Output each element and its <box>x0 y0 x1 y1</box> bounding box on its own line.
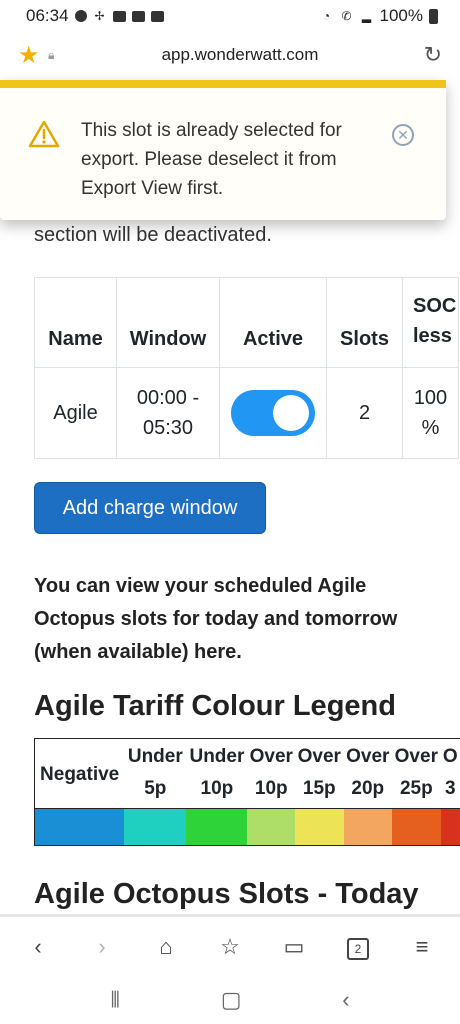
legend-label-over-20p: Over 20p <box>346 746 390 799</box>
url-field[interactable]: app.wonderwatt.com <box>68 45 412 65</box>
col-window: Window <box>116 277 220 368</box>
legend-swatch-over-25p <box>392 809 441 845</box>
legend-label-over-15p: Over 15p <box>297 746 341 799</box>
toast-message: This slot is already selected for export… <box>81 120 342 199</box>
legend-swatch-under-5p <box>124 809 187 845</box>
table-header-row: Name Window Active Slots SOC less <box>34 277 459 368</box>
col-soc-less: SOC less <box>402 277 459 368</box>
legend-label-under-5p: Under 5p <box>127 746 183 799</box>
warning-toast: This slot is already selected for export… <box>0 80 446 220</box>
legend-swatch-under-10p <box>186 809 248 845</box>
app-notification-icon <box>150 10 164 22</box>
tab-count: 2 <box>347 938 369 960</box>
slots-today-title: Agile Octopus Slots - Today <box>34 878 419 910</box>
back-icon[interactable]: ‹ <box>18 934 58 960</box>
col-name: Name <box>34 277 117 368</box>
image-icon <box>131 10 145 22</box>
call-icon: ✆ <box>341 9 352 23</box>
info-text: You can view your scheduled Agile Octopu… <box>34 575 398 663</box>
cell-active <box>219 367 327 459</box>
bookmarks-icon[interactable]: ☆ <box>210 934 250 960</box>
toggle-knob <box>273 395 309 431</box>
signal-icon: ▂ <box>361 9 372 23</box>
status-bar: 06:34 ✢ ◔ ✆ ▂ 100% <box>0 0 460 32</box>
cell-window: 00:00 - 05:30 <box>116 367 220 459</box>
battery-percent: 100% <box>379 6 423 25</box>
legend-label-negative: Negative <box>40 764 120 785</box>
legend-title: Agile Tariff Colour Legend <box>34 690 396 722</box>
cell-name: Agile <box>34 367 117 459</box>
address-bar: ★ 🔒︎ app.wonderwatt.com ↻ <box>0 32 460 78</box>
legend-swatch-negative <box>35 809 125 845</box>
battery-icon <box>429 8 438 24</box>
fan-icon: ✢ <box>94 9 105 23</box>
home-button-icon[interactable]: ▢ <box>221 987 242 1013</box>
desktop-view-icon[interactable]: ▭ <box>274 934 314 960</box>
table-row: Agile 00:00 - 05:30 2 100 % <box>34 367 459 459</box>
legend-swatch-over-10p <box>247 809 296 845</box>
menu-icon[interactable]: ≡ <box>402 934 442 960</box>
bookmark-star-icon[interactable]: ★ <box>18 41 48 70</box>
legend-label-over-30p: O 3 <box>442 746 458 799</box>
col-active: Active <box>219 277 327 368</box>
charge-window-table: Name Window Active Slots SOC less Agile … <box>34 277 459 459</box>
cell-slots: 2 <box>326 367 403 459</box>
legend-label-under-10p: Under 10p <box>189 746 245 799</box>
tabs-icon[interactable]: 2 <box>338 933 378 960</box>
colour-legend: Negative Under 5p Under 10p Over 10p Ove… <box>34 738 460 846</box>
forward-icon[interactable]: › <box>82 934 122 960</box>
clock: 06:34 <box>26 6 69 25</box>
deactivation-note: section will be deactivated. <box>34 224 272 246</box>
system-back-icon[interactable]: ‹ <box>342 987 349 1013</box>
wifi-icon: ◔ <box>322 9 331 23</box>
do-not-disturb-icon <box>74 10 87 22</box>
recent-apps-icon[interactable]: ⦀ <box>110 987 120 1013</box>
legend-swatch-over-20p <box>343 809 393 845</box>
lock-icon[interactable]: 🔒︎ <box>48 48 68 63</box>
active-toggle[interactable] <box>231 390 315 436</box>
home-icon[interactable]: ⌂ <box>146 934 186 960</box>
browser-bottom-nav: ‹ › ⌂ ☆ ▭ 2 ≡ <box>0 914 460 976</box>
legend-label-over-10p: Over 10p <box>249 746 293 799</box>
system-navigation-bar: ⦀ ▢ ‹ <box>0 976 460 1024</box>
col-slots: Slots <box>326 277 403 368</box>
legend-swatch-over-15p <box>295 809 344 845</box>
legend-label-over-25p: Over 25p <box>394 746 438 799</box>
reload-icon[interactable]: ↻ <box>412 42 442 68</box>
close-icon[interactable]: ✕ <box>392 124 414 146</box>
cell-soc: 100 % <box>402 367 459 459</box>
legend-swatch-over-30p <box>440 809 460 845</box>
warning-icon <box>28 120 60 148</box>
mail-icon <box>112 10 126 22</box>
add-charge-window-button[interactable]: Add charge window <box>34 482 266 534</box>
